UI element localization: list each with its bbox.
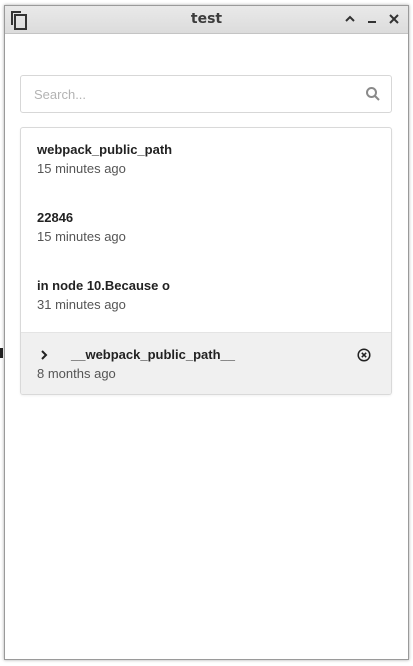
item-time: 8 months ago <box>37 366 116 381</box>
list-item-selected[interactable]: __webpack_public_path__ 8 months ago <box>21 332 391 394</box>
list-item[interactable]: 22846 15 minutes ago <box>21 196 391 264</box>
chevron-up-icon[interactable] <box>341 10 359 28</box>
search-box <box>20 75 392 113</box>
list-item[interactable]: webpack_public_path 15 minutes ago <box>21 128 391 196</box>
circle-x-icon[interactable] <box>357 348 371 362</box>
close-icon[interactable] <box>385 10 403 28</box>
item-title: webpack_public_path <box>37 142 173 157</box>
minimize-icon[interactable] <box>363 10 381 28</box>
item-time: 31 minutes ago <box>37 297 126 312</box>
clip-list: webpack_public_path 15 minutes ago 22846… <box>20 127 392 395</box>
left-edge-marker <box>0 348 3 358</box>
item-title: 22846 <box>37 210 74 225</box>
item-title: __webpack_public_path__ <box>71 347 236 362</box>
item-title: in node 10.Because o <box>37 278 170 293</box>
item-time: 15 minutes ago <box>37 161 126 176</box>
app-window: test webpack_public_path 15 minutes ago … <box>4 5 409 660</box>
search-input[interactable] <box>21 76 351 112</box>
item-time: 15 minutes ago <box>37 229 126 244</box>
chevron-right-icon[interactable] <box>39 350 49 360</box>
search-icon[interactable] <box>365 86 381 102</box>
list-item[interactable]: in node 10.Because o 31 minutes ago <box>21 264 391 332</box>
title-bar[interactable]: test <box>5 6 408 34</box>
